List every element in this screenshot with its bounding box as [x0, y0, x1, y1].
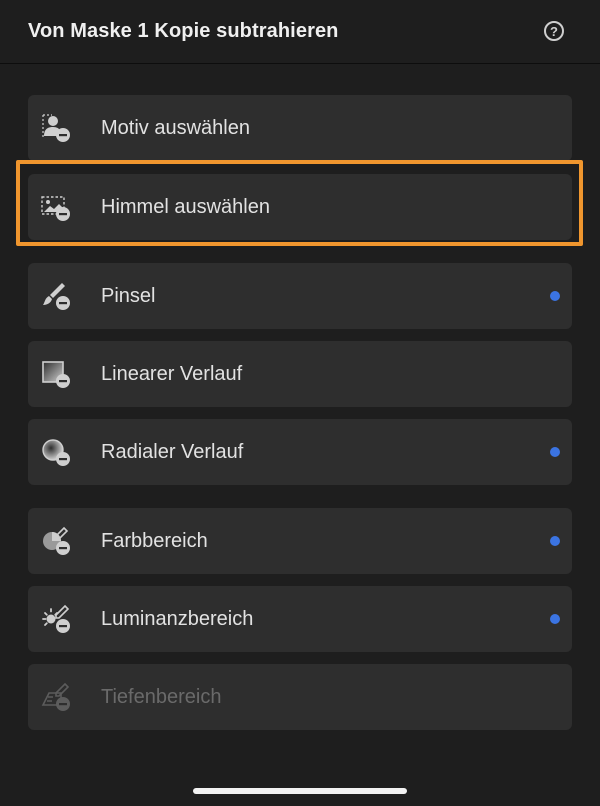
- active-indicator-dot: [550, 291, 560, 301]
- menu-item-label: Luminanzbereich: [101, 608, 254, 630]
- active-indicator-dot: [550, 614, 560, 624]
- radial-gradient-icon: [40, 436, 72, 468]
- menu-item-label: Himmel auswählen: [101, 196, 270, 218]
- page-title: Von Maske 1 Kopie subtrahieren: [28, 20, 339, 42]
- menu-item-select-subject[interactable]: Motiv auswählen: [28, 95, 572, 161]
- select-subject-icon: [40, 112, 72, 144]
- menu-item-label: Tiefenbereich: [101, 686, 222, 708]
- menu-item-label: Farbbereich: [101, 530, 208, 552]
- menu-item-select-sky[interactable]: Himmel auswählen: [28, 174, 572, 240]
- linear-gradient-icon: [40, 358, 72, 390]
- menu-item-linear-gradient[interactable]: Linearer Verlauf: [28, 341, 572, 407]
- menu-item-brush[interactable]: Pinsel: [28, 263, 572, 329]
- active-indicator-dot: [550, 536, 560, 546]
- brush-icon: [40, 280, 72, 312]
- home-indicator[interactable]: [193, 788, 407, 794]
- menu-item-label: Motiv auswählen: [101, 117, 250, 139]
- menu-item-luminance-range[interactable]: Luminanzbereich: [28, 586, 572, 652]
- menu-item-label: Pinsel: [101, 285, 156, 307]
- menu-item-color-range[interactable]: Farbbereich: [28, 508, 572, 574]
- menu-item-depth-range: Tiefenbereich: [28, 664, 572, 730]
- help-icon[interactable]: ?: [544, 21, 564, 41]
- menu-item-radial-gradient[interactable]: Radialer Verlauf: [28, 419, 572, 485]
- luminance-range-icon: [40, 603, 72, 635]
- depth-range-icon: [40, 681, 72, 713]
- menu-item-label: Radialer Verlauf: [101, 441, 244, 463]
- active-indicator-dot: [550, 447, 560, 457]
- color-range-icon: [40, 525, 72, 557]
- panel-header: Von Maske 1 Kopie subtrahieren ?: [0, 0, 600, 64]
- select-sky-icon: [40, 191, 72, 223]
- menu-item-label: Linearer Verlauf: [101, 363, 243, 385]
